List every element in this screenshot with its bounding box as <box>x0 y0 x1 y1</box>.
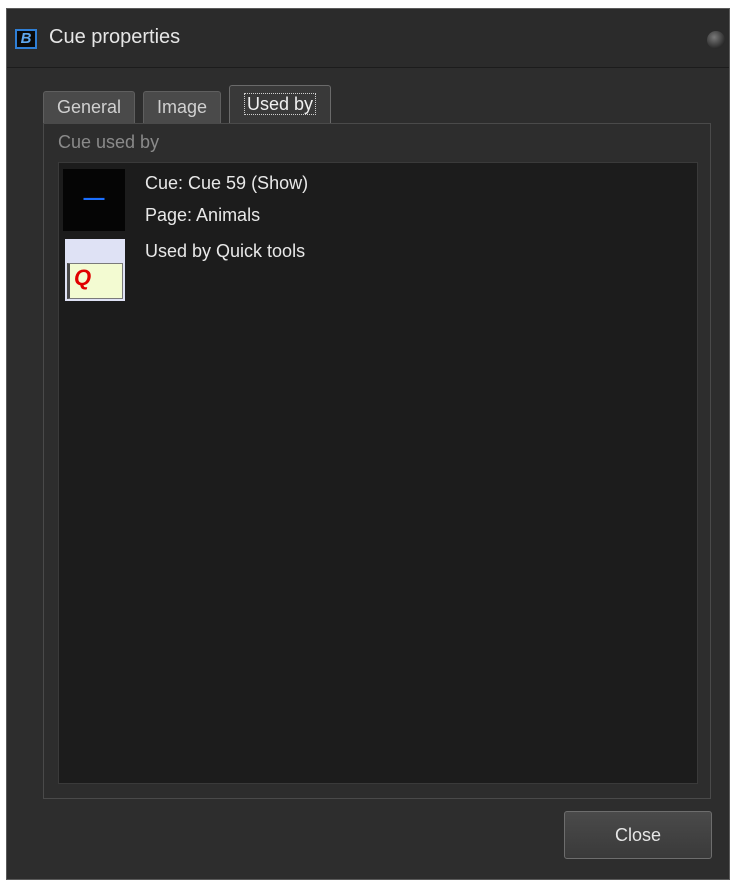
tab-used-by[interactable]: Used by <box>229 85 331 125</box>
title-bar[interactable]: B Cue properties <box>7 9 729 68</box>
list-item-cue-line[interactable]: Cue: Cue 59 (Show) <box>145 167 308 199</box>
app-logo-icon: B <box>15 29 37 49</box>
cue-thumbnail-icon[interactable]: ▬▬▬ <box>63 169 125 231</box>
window-control-orb-icon[interactable] <box>707 31 725 49</box>
used-by-list[interactable]: ▬▬▬ Cue: Cue 59 (Show) Page: Animals Q U… <box>58 162 698 784</box>
quick-tools-letter: Q <box>74 265 92 290</box>
cue-properties-window: B Cue properties General Image Used by C… <box>6 8 730 880</box>
group-label: Cue used by <box>58 132 160 152</box>
list-item-page-line[interactable]: Page: Animals <box>145 199 260 231</box>
tab-used-by-label: Used by <box>243 93 317 115</box>
tab-image[interactable]: Image <box>143 91 221 123</box>
used-by-panel: Cue used by ▬▬▬ Cue: Cue 59 (Show) Page:… <box>43 123 711 799</box>
quick-tools-icon-body: Q <box>67 263 123 299</box>
tab-general[interactable]: General <box>43 91 135 123</box>
quick-tools-icon[interactable]: Q <box>65 239 125 301</box>
close-button[interactable]: Close <box>564 811 712 859</box>
list-item-quick-tools-line[interactable]: Used by Quick tools <box>145 235 305 267</box>
cue-thumbnail-art: ▬▬▬ <box>83 195 105 202</box>
window-title: Cue properties <box>49 26 181 48</box>
